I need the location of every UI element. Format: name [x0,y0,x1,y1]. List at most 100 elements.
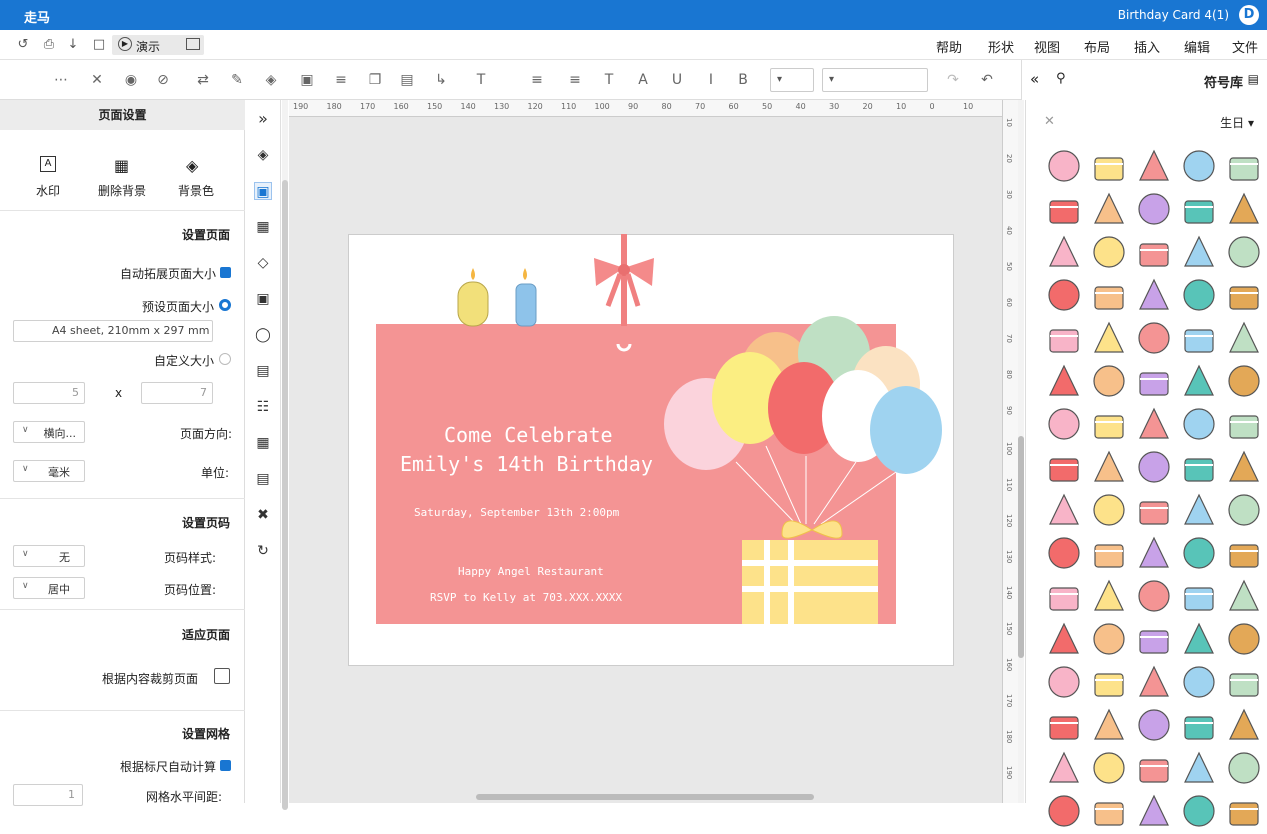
birthday-symbol[interactable] [1224,404,1264,444]
birthday-symbol[interactable] [1224,533,1264,573]
pagenum-style-select[interactable]: ∨ 无 [13,545,85,567]
birthday-symbol[interactable] [1179,533,1219,573]
birthday-symbol[interactable] [1044,318,1084,358]
image-icon[interactable]: ▤ [254,362,272,380]
birthday-symbol[interactable] [1179,705,1219,745]
height-input[interactable]: 5 [13,382,85,404]
menu-help[interactable]: 帮助 [936,37,962,56]
menu-file[interactable]: 文件 [1232,37,1258,56]
library-icon[interactable]: ▤ [1248,72,1259,86]
font-family-select[interactable]: ▾ [822,68,928,92]
birthday-symbol[interactable] [1134,662,1174,702]
save-icon[interactable]: □ [90,36,108,54]
delete-bg-label[interactable]: 删除背景 [98,182,146,199]
close-icon[interactable]: ✕ [1044,114,1055,129]
share-icon[interactable]: ↺ [14,36,32,54]
birthday-symbol[interactable] [1224,275,1264,315]
text-box-icon[interactable]: T [472,71,490,89]
birthday-symbol[interactable] [1089,146,1129,186]
watermark-icon[interactable]: A [40,156,56,172]
left-scrollbar[interactable] [282,100,288,810]
table-icon[interactable]: ▦ [254,434,272,452]
birthday-symbol[interactable] [1044,533,1084,573]
birthday-symbol[interactable] [1179,404,1219,444]
birthday-symbol[interactable] [1224,619,1264,659]
birthday-symbol[interactable] [1089,576,1129,616]
birthday-symbol[interactable] [1044,447,1084,487]
birthday-symbol[interactable] [1044,189,1084,229]
birthday-symbol[interactable] [1179,146,1219,186]
custom-size-radio[interactable] [219,353,231,365]
menu-edit[interactable]: 编辑 [1184,37,1210,56]
layers-icon[interactable]: ◇ [254,254,272,272]
birthday-symbol[interactable] [1179,275,1219,315]
card-line1[interactable]: Come Celebrate [444,423,613,447]
font-color-icon[interactable]: A [634,71,652,89]
card-venue[interactable]: Happy Angel Restaurant [458,565,604,578]
search-icon[interactable]: ⚲ [1056,71,1066,86]
birthday-symbol[interactable] [1044,791,1084,831]
birthday-symbol[interactable] [1044,275,1084,315]
birthday-symbol[interactable] [1089,619,1129,659]
birthday-symbol[interactable] [1044,619,1084,659]
birthday-symbol[interactable] [1224,189,1264,229]
arrow-style-icon[interactable]: ⇄ [194,71,212,89]
birthday-symbol[interactable] [1044,576,1084,616]
watermark-label[interactable]: 水印 [36,182,60,199]
birthday-symbol[interactable] [1134,361,1174,401]
italic-icon[interactable]: I [702,71,720,89]
collapse-icon[interactable]: « [1030,70,1039,88]
birthday-symbol[interactable] [1089,533,1129,573]
page-setting-icon[interactable]: ▣ [254,182,272,200]
birthday-symbol[interactable] [1224,662,1264,702]
birthday-symbol[interactable] [1134,232,1174,272]
tools-icon[interactable]: ✕ [88,71,106,89]
expand-icon[interactable]: » [254,110,272,128]
birthday-symbol[interactable] [1179,447,1219,487]
category-label[interactable]: 生日 ▾ [1220,114,1254,131]
birthday-symbol[interactable] [1134,447,1174,487]
birthday-symbol[interactable] [1089,232,1129,272]
birthday-symbol[interactable] [1134,576,1174,616]
crop-icon[interactable]: ▣ [298,71,316,89]
grid-auto-checkbox[interactable] [220,760,231,771]
birthday-symbol[interactable] [1179,361,1219,401]
preset-size-select[interactable]: A4 sheet, 210mm x 297 mm [13,320,213,342]
unit-select[interactable]: ∨ 毫米 [13,460,85,482]
menu-layout[interactable]: 布局 [1084,37,1110,56]
birthday-symbol[interactable] [1224,146,1264,186]
birthday-symbol[interactable] [1044,705,1084,745]
horizontal-scrollbar[interactable] [476,794,814,800]
menu-view[interactable]: 视图 [1034,37,1060,56]
birthday-symbol[interactable] [1224,490,1264,530]
birthday-symbol[interactable] [1179,791,1219,831]
birthday-symbol[interactable] [1089,705,1129,745]
font-size-select[interactable]: ▾ [770,68,814,92]
birthday-symbol[interactable] [1179,619,1219,659]
birthday-symbol[interactable] [1179,490,1219,530]
birthday-symbol[interactable] [1134,705,1174,745]
card-rsvp[interactable]: RSVP to Kelly at 703.XXX.XXXX [430,591,622,604]
orientation-select[interactable]: ∨ 横向... [13,421,85,443]
more-icon[interactable]: ⋯ [52,71,70,89]
underline-icon[interactable]: U [668,71,686,89]
expand-arrows-icon[interactable]: ✖ [254,506,272,524]
birthday-symbol[interactable] [1224,447,1264,487]
birthday-symbol[interactable] [1134,189,1174,229]
birthday-symbol[interactable] [1089,662,1129,702]
group-icon[interactable]: ❐ [366,71,384,89]
birthday-symbol[interactable] [1134,146,1174,186]
database-icon[interactable]: ◯ [254,326,272,344]
category-row[interactable]: ✕ 生日 ▾ [1026,110,1267,134]
menu-insert[interactable]: 插入 [1134,37,1160,56]
birthday-symbol[interactable] [1224,318,1264,358]
bucket-icon[interactable]: ◈ [186,156,198,175]
fit-label[interactable]: 根据内容裁剪页面 [102,670,198,687]
birthday-symbol[interactable] [1179,748,1219,788]
birthday-symbol[interactable] [1089,748,1129,788]
birthday-symbol[interactable] [1179,662,1219,702]
birthday-symbol[interactable] [1089,490,1129,530]
birthday-symbol[interactable] [1089,791,1129,831]
frame-icon[interactable]: ▤ [398,71,416,89]
trash-icon[interactable]: ▦ [114,156,129,175]
